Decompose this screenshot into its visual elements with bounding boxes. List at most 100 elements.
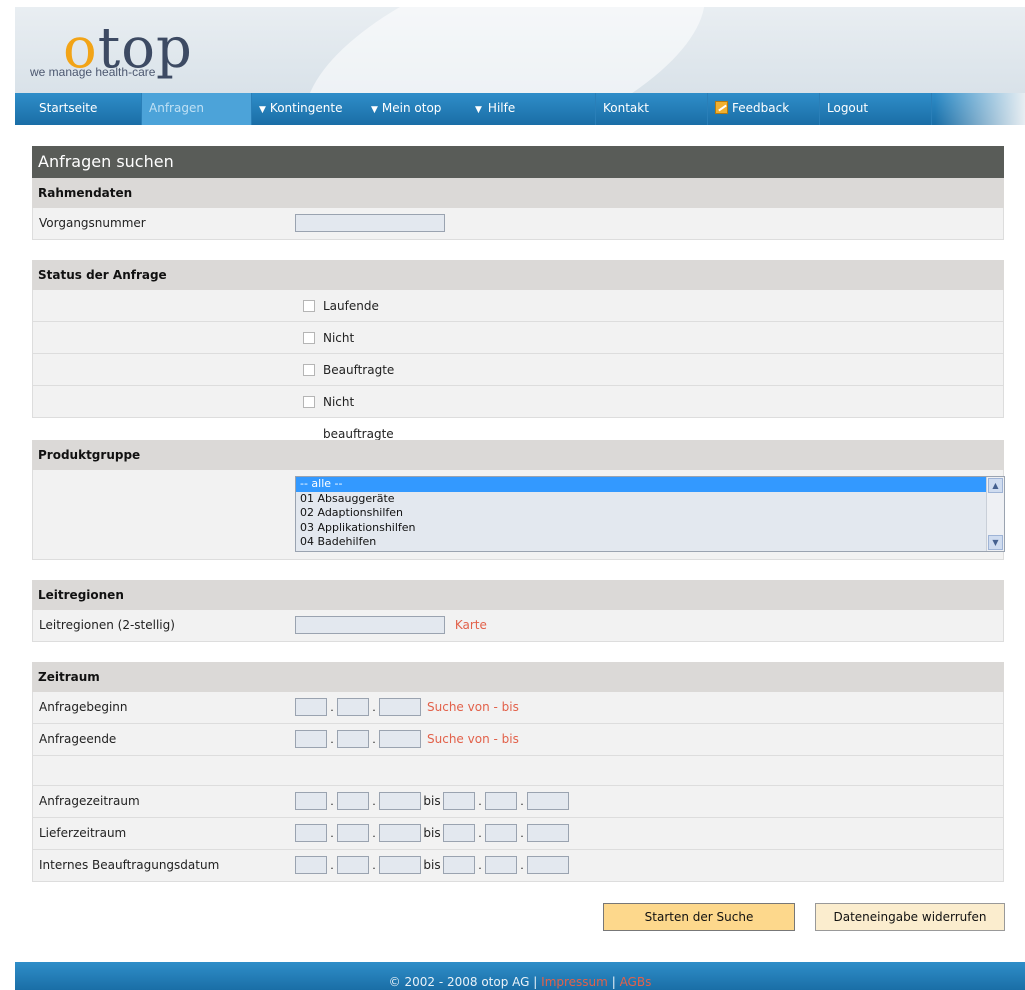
produktgruppe-listbox[interactable]: -- alle -- 01 Absauggeräte 02 Adaptionsh… [295,476,1005,552]
to-month-input[interactable] [485,792,517,810]
from-day-input[interactable] [295,824,327,842]
start-search-button[interactable]: Starten der Suche [603,903,795,931]
nav-item-mein-otop[interactable]: ▼ Mein otop [363,93,467,125]
form-row-produktgruppe: -- alle -- 01 Absauggeräte 02 Adaptionsh… [32,470,1005,560]
to-year-input[interactable] [527,856,569,874]
field-label: Vorgangsnummer [39,216,146,230]
field-label: Anfragebeginn [39,700,128,714]
date-separator: . [330,700,334,714]
reset-input-button[interactable]: Dateneingabe widerrufen [815,903,1005,931]
form-row-vorgangsnummer: Vorgangsnummer [32,208,1004,240]
logo-tagline: we manage health-care [30,65,156,79]
scroll-down-icon[interactable]: ▼ [988,535,1003,550]
spacer-row [32,756,1004,786]
status-row-nicht-beauftragte: Nicht beauftragte Anfragen [32,386,1004,473]
date-separator: . [372,794,376,808]
nav-item-kontingente[interactable]: ▼ Kontingente [251,93,363,125]
form-row-anfrageende: Anfrageende .. Suche von - bis [32,724,1004,756]
month-input[interactable] [337,730,369,748]
to-month-input[interactable] [485,856,517,874]
vorgangsnummer-input[interactable] [295,214,445,232]
section-produktgruppe: Produktgruppe -- alle -- 01 Absauggeräte… [32,440,1005,560]
date-separator: . [330,826,334,840]
nav-item-kontakt[interactable]: Kontakt [595,93,705,125]
listbox-option[interactable]: -- alle -- [296,477,1004,492]
dropdown-arrow-icon: ▼ [259,105,266,115]
listbox-option[interactable]: 03 Applikationshilfen [296,521,1004,536]
to-year-input[interactable] [527,824,569,842]
suche-von-bis-link[interactable]: Suche von - bis [427,700,519,714]
checkbox-beauftragte-anfragen[interactable] [303,364,315,376]
nav-item-startseite[interactable]: Startseite [31,93,141,125]
date-separator: . [478,858,482,872]
field-label: Lieferzeitraum [39,826,127,840]
listbox-option[interactable]: 02 Adaptionshilfen [296,506,1004,521]
section-heading: Rahmendaten [32,178,1004,208]
year-input[interactable] [379,730,421,748]
from-day-input[interactable] [295,792,327,810]
footer-divider: | [611,975,616,989]
nav-divider [707,93,708,125]
karte-link[interactable]: Karte [455,618,487,632]
range-separator: bis [423,826,441,840]
section-rahmendaten: Rahmendaten Vorgangsnummer [32,178,1004,240]
nav-fade [935,93,1025,125]
section-heading: Leitregionen [32,580,1004,610]
field-label: Internes Beauftragungsdatum [39,858,220,872]
field-label: Leitregionen (2-stellig) [39,618,175,632]
form-row-anfragebeginn: Anfragebeginn .. Suche von - bis [32,692,1004,724]
section-heading: Status der Anfrage [32,260,1004,290]
dropdown-arrow-icon: ▼ [371,105,378,115]
from-month-input[interactable] [337,856,369,874]
listbox-option[interactable]: 01 Absauggeräte [296,492,1004,507]
dropdown-arrow-icon: ▼ [475,105,482,115]
suche-von-bis-link[interactable]: Suche von - bis [427,732,519,746]
form-row-anfragezeitraum: Anfragezeitraum .. bis.. [32,786,1004,818]
month-input[interactable] [337,698,369,716]
status-row-laufende: Laufende Anfragen [32,290,1004,345]
date-separator: . [520,858,524,872]
section-heading: Zeitraum [32,662,1004,692]
footer-divider: | [533,975,538,989]
scroll-up-icon[interactable]: ▲ [988,478,1003,493]
from-year-input[interactable] [379,824,421,842]
to-day-input[interactable] [443,792,475,810]
section-zeitraum: Zeitraum Anfragebeginn .. Suche von - bis… [32,662,1004,882]
main-navigation: Startseite Anfragen ▼ Kontingente ▼ Mein o… [15,93,1025,125]
range-separator: bis [423,794,441,808]
to-year-input[interactable] [527,792,569,810]
listbox-scrollbar[interactable]: ▲ ▼ [986,477,1004,551]
listbox-option[interactable]: 04 Badehilfen [296,535,1004,550]
date-separator: . [520,826,524,840]
nav-divider [595,93,596,125]
to-month-input[interactable] [485,824,517,842]
year-input[interactable] [379,698,421,716]
page-title: Anfragen suchen [32,146,1004,178]
leitregionen-input[interactable] [295,616,445,634]
form-row-beauftragungsdatum: Internes Beauftragungsdatum .. bis.. [32,850,1004,882]
form-row-leitregionen: Leitregionen (2-stellig) Karte [32,610,1004,642]
from-day-input[interactable] [295,856,327,874]
nav-item-hilfe[interactable]: ▼ Hilfe [467,93,587,125]
checkbox-nicht-entschiedene-anfragen[interactable] [303,332,315,344]
checkbox-laufende-anfragen[interactable] [303,300,315,312]
checkbox-nicht-beauftragte-anfragen[interactable] [303,396,315,408]
date-separator: . [372,732,376,746]
date-separator: . [478,794,482,808]
from-month-input[interactable] [337,792,369,810]
from-year-input[interactable] [379,792,421,810]
to-day-input[interactable] [443,856,475,874]
nav-divider [931,93,932,125]
footer: © 2002 - 2008 otop AG | Impressum | AGBs [15,962,1025,990]
day-input[interactable] [295,698,327,716]
impressum-link[interactable]: Impressum [541,975,608,989]
nav-item-logout[interactable]: Logout [819,93,929,125]
nav-item-anfragen[interactable]: Anfragen [141,93,251,125]
day-input[interactable] [295,730,327,748]
agbs-link[interactable]: AGBs [620,975,652,989]
date-separator: . [372,826,376,840]
from-year-input[interactable] [379,856,421,874]
to-day-input[interactable] [443,824,475,842]
from-month-input[interactable] [337,824,369,842]
nav-item-feedback[interactable]: Feedback [707,93,817,125]
